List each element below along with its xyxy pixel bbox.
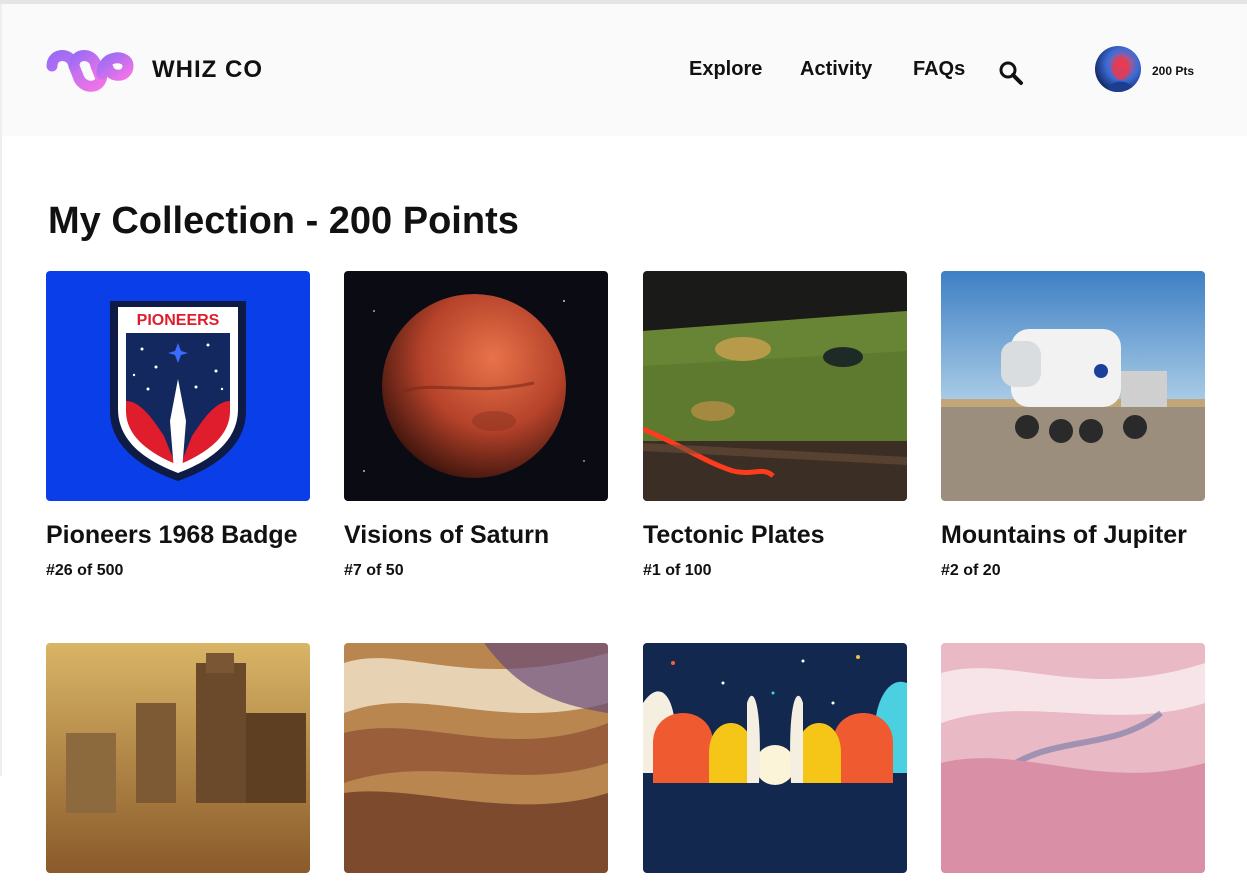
badge-text: PIONEERS xyxy=(137,312,220,329)
brand-name[interactable]: WHIZ CO xyxy=(152,56,263,84)
collection-card[interactable]: Visions of Saturn #7 of 50 xyxy=(344,271,608,580)
card-title: Pioneers 1968 Badge xyxy=(46,521,298,549)
search-icon[interactable] xyxy=(998,60,1024,86)
card-image xyxy=(643,271,907,501)
card-edition: #2 of 20 xyxy=(941,562,1001,579)
avatar[interactable] xyxy=(1095,46,1141,92)
page-title: My Collection - 200 Points xyxy=(48,200,519,242)
collection-card[interactable] xyxy=(46,643,310,893)
card-image xyxy=(46,643,310,873)
collection-card[interactable] xyxy=(941,643,1205,893)
nav-explore[interactable]: Explore xyxy=(689,58,762,81)
card-title: Mountains of Jupiter xyxy=(941,521,1187,549)
card-image xyxy=(643,643,907,873)
card-image xyxy=(344,643,608,873)
nav-faqs[interactable]: FAQs xyxy=(913,58,965,81)
card-image xyxy=(941,271,1205,501)
whizco-logo-icon[interactable] xyxy=(44,44,136,94)
collection-card[interactable] xyxy=(344,643,608,893)
card-title: Visions of Saturn xyxy=(344,521,550,549)
card-edition: #1 of 100 xyxy=(643,562,712,579)
card-title: Tectonic Plates xyxy=(643,521,825,549)
card-edition: #26 of 500 xyxy=(46,562,124,579)
nav-activity[interactable]: Activity xyxy=(800,58,872,81)
collection-card[interactable]: PIONEERS Pioneers 1968 Badge #26 of 500 xyxy=(46,271,310,580)
card-image xyxy=(941,643,1205,873)
collection-card[interactable]: Tectonic Plates #1 of 100 xyxy=(643,271,907,580)
card-image xyxy=(344,271,608,501)
card-image: PIONEERS xyxy=(46,271,310,501)
card-edition: #7 of 50 xyxy=(344,562,404,579)
collection-card[interactable]: Mountains of Jupiter #2 of 20 xyxy=(941,271,1205,580)
points-label: 200 Pts xyxy=(1152,64,1195,78)
collection-card[interactable] xyxy=(643,643,907,893)
